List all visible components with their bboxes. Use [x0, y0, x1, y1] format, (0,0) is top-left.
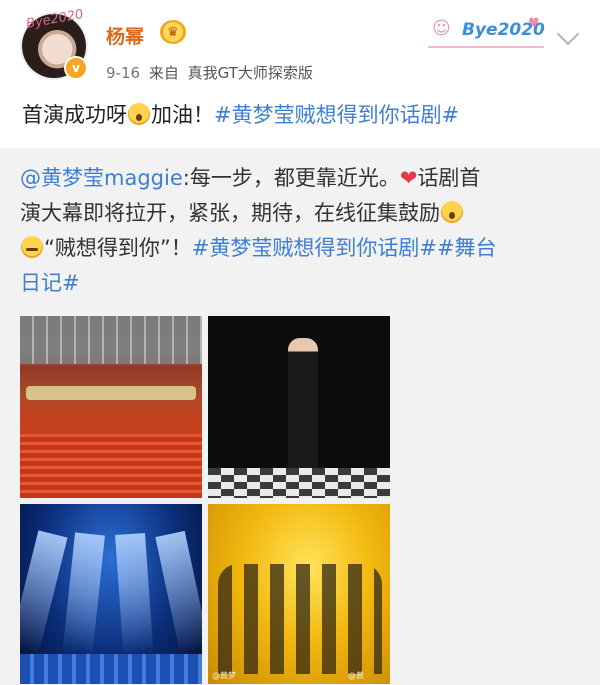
repost-line-4: 日记# [20, 266, 590, 301]
repost-line2-text: 演大幕即将拉开，紧张，期待，在线征集鼓励 [20, 201, 440, 225]
repost-card[interactable]: @黄梦莹maggie:每一步，都更靠近光。❤话剧首 演大幕即将拉开，紧张，期待，… [0, 148, 600, 685]
post-meta: 9-16 来自 真我GT大师探索版 [106, 62, 313, 83]
avatar[interactable]: Bye2020 v [22, 7, 88, 80]
nervous-emoji-icon [21, 236, 43, 258]
photo-stage-lights[interactable] [20, 504, 202, 684]
photo-performer-walking[interactable] [208, 316, 390, 498]
repost-line-2: 演大幕即将拉开，紧张，期待，在线征集鼓励 [20, 196, 590, 231]
repost-text: @黄梦莹maggie:每一步，都更靠近光。❤话剧首 演大幕即将拉开，紧张，期待，… [20, 161, 590, 301]
repost-mention[interactable]: @黄梦莹maggie [20, 166, 183, 190]
theater-balcony [26, 386, 196, 400]
username[interactable]: 杨幂 [106, 22, 144, 49]
baby-icon: ☺ [432, 18, 451, 39]
crown-badge-icon: ♛ [160, 20, 186, 44]
post-text-a: 首演成功呀 [22, 103, 127, 127]
source-prefix: 来自 [148, 64, 179, 82]
post-hashtag[interactable]: #黄梦莹贼想得到你话剧# [214, 103, 459, 127]
red-heart-icon: ❤ [399, 166, 418, 190]
photo-theater-hall[interactable] [20, 316, 202, 498]
post-text: 首演成功呀 加油！#黄梦莹贼想得到你话剧# [22, 100, 459, 130]
repost-line-3: “贼想得到你”！#黄梦莹贼想得到你话剧##舞台 [20, 231, 590, 266]
light-beam [115, 532, 154, 655]
repost-line3-text: “贼想得到你”！ [44, 236, 192, 260]
repost-line-1: @黄梦莹maggie:每一步，都更靠近光。❤话剧首 [20, 161, 590, 196]
surprised-emoji-icon [441, 201, 463, 223]
photo-watermark: @黄 [348, 671, 364, 680]
repost-hashtags[interactable]: #黄梦莹贼想得到你话剧##舞台 [192, 236, 497, 260]
card-decoration: ☺ Bye2020 ♥ [428, 16, 548, 50]
light-beam [62, 532, 105, 655]
light-beam [155, 530, 202, 655]
repost-line1-tail: 话剧首 [417, 166, 481, 190]
photo-dancers[interactable]: @黄梦 @黄 [208, 504, 390, 684]
checkered-floor [208, 468, 390, 498]
dancer-group [218, 564, 382, 674]
stage-floor [20, 654, 202, 684]
photo-watermark: @黄梦 [212, 671, 236, 680]
post-date: 9-16 [106, 64, 141, 82]
surprised-emoji-icon [128, 103, 150, 125]
repost-line1-text: :每一步，都更靠近光。 [182, 166, 400, 190]
chevron-down-icon[interactable] [556, 22, 580, 46]
performer-figure [288, 338, 318, 488]
light-beam [20, 530, 68, 655]
theater-seats [20, 434, 202, 498]
theater-ceiling [20, 316, 202, 364]
repost-hashtag-end[interactable]: 日记# [20, 271, 80, 295]
decoration-underline [428, 46, 544, 48]
post-text-b: 加油！ [151, 103, 214, 127]
heart-icon: ♥ [528, 16, 540, 31]
post-source[interactable]: 真我GT大师探索版 [188, 64, 313, 82]
verified-badge-icon: v [64, 56, 88, 80]
